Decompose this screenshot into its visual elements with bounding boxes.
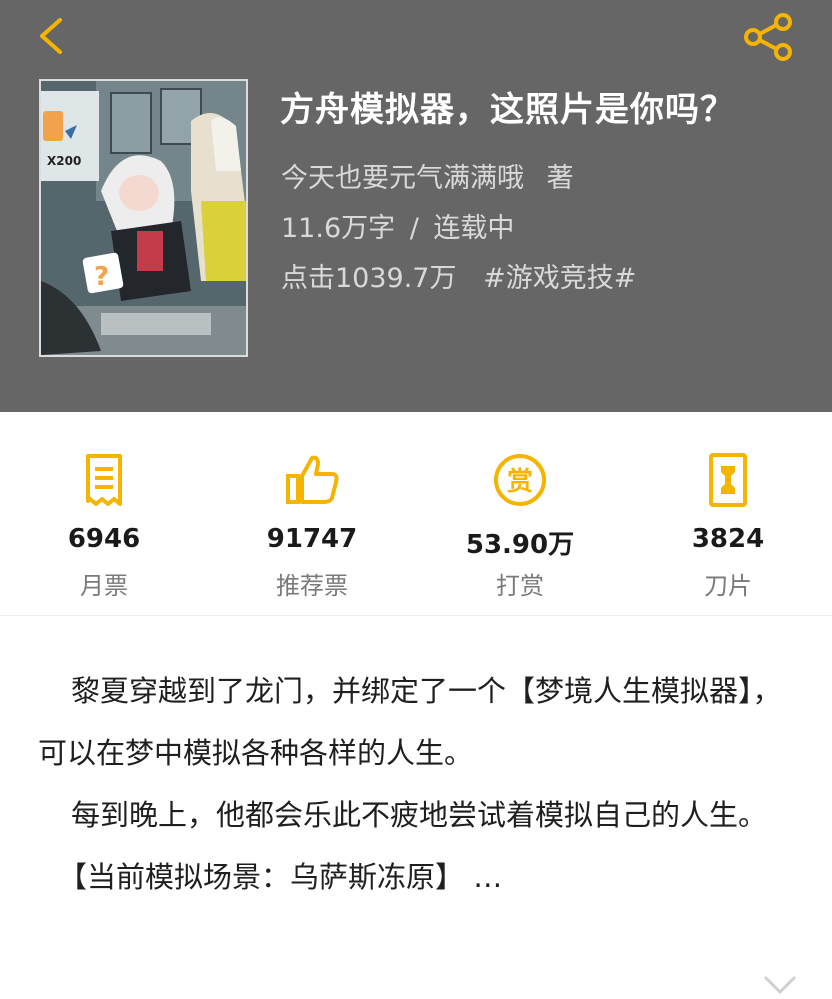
click-count: 点击1039.7万 xyxy=(281,263,457,294)
author-suffix: 著 xyxy=(546,163,574,194)
chevron-down-icon xyxy=(764,976,796,994)
book-synopsis: 黎夏穿越到了龙门，并绑定了一个【梦境人生模拟器】，可以在梦中模拟各种各样的人生。… xyxy=(38,660,798,908)
book-author-line: 今天也要元气满满哦 著 xyxy=(281,156,574,195)
stat-label: 刀片 xyxy=(704,572,752,600)
word-count: 11.6万字 xyxy=(281,213,396,244)
stat-label: 月票 xyxy=(80,572,128,600)
cover-illustration: X200 ? xyxy=(41,81,246,355)
stat-label: 打赏 xyxy=(496,572,544,600)
share-button[interactable] xyxy=(740,12,796,62)
stat-value: 91747 xyxy=(266,524,358,554)
synopsis-paragraph: 黎夏穿越到了龙门，并绑定了一个【梦境人生模拟器】，可以在梦中模拟各种各样的人生。 xyxy=(38,674,782,770)
author-name[interactable]: 今天也要元气满满哦 xyxy=(281,163,524,194)
stat-value: 6946 xyxy=(67,524,141,554)
stat-monthly-ticket[interactable]: 6946 月票 xyxy=(0,412,208,616)
monthly-ticket-icon xyxy=(86,454,122,506)
serial-status: 连载中 xyxy=(433,213,515,244)
book-title: 方舟模拟器，这照片是你吗？ xyxy=(280,90,735,130)
blade-card-icon xyxy=(709,453,747,507)
stat-value: 3824 xyxy=(691,524,765,554)
share-icon xyxy=(744,13,792,61)
stat-blade[interactable]: 3824 刀片 xyxy=(624,412,832,616)
book-clicks-line: 点击1039.7万 #游戏竞技# xyxy=(281,256,636,295)
synopsis-paragraph: 【当前模拟场景：乌萨斯冻原】 … xyxy=(58,860,503,894)
stat-label: 推荐票 xyxy=(276,572,348,600)
meta-separator: / xyxy=(409,213,419,244)
stat-recommend[interactable]: 91747 推荐票 xyxy=(208,412,416,616)
genre-tag[interactable]: #游戏竞技# xyxy=(483,263,636,294)
back-button[interactable] xyxy=(30,14,74,58)
coin-char: 赏 xyxy=(507,467,533,497)
book-header: X200 ? 方舟模拟器，这照片是你吗？ 今天也要元气满满哦 著 11.6万字 … xyxy=(0,0,832,412)
cover-question-mark: ? xyxy=(94,262,109,292)
book-cover[interactable]: X200 ? xyxy=(39,79,248,357)
chevron-left-icon xyxy=(40,18,62,54)
cover-badge-text: X200 xyxy=(47,154,81,168)
stat-reward[interactable]: 赏 53.90万 打赏 xyxy=(416,412,624,616)
stat-value: 53.90万 xyxy=(465,530,575,560)
thumbs-up-icon xyxy=(286,455,339,504)
book-stats: 6946 月票 91747 推荐票 赏 53.90万 打赏 3824 刀片 xyxy=(0,412,832,616)
reward-coin-icon: 赏 xyxy=(494,454,546,506)
expand-synopsis-button[interactable] xyxy=(762,974,798,996)
book-word-count-line: 11.6万字 / 连载中 xyxy=(281,206,514,245)
synopsis-paragraph: 每到晚上，他都会乐此不疲地尝试着模拟自己的人生。 xyxy=(71,798,768,832)
